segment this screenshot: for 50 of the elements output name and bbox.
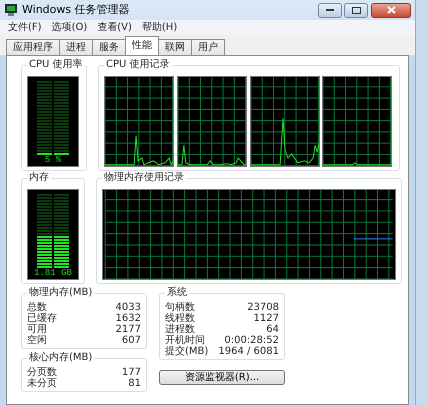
maximize-icon bbox=[352, 6, 361, 14]
stat-label: 可用 bbox=[27, 324, 47, 335]
menu-item[interactable]: 帮助(H) bbox=[142, 20, 178, 35]
stat-value: 1964 / 6081 bbox=[218, 346, 279, 357]
tab[interactable]: 用户 bbox=[191, 39, 225, 55]
stat-value: 23708 bbox=[247, 302, 279, 313]
app-icon bbox=[4, 4, 18, 16]
stat-value: 0:00:28:52 bbox=[224, 335, 279, 346]
menu-item[interactable]: 选项(O) bbox=[52, 20, 88, 35]
stat-value: 64 bbox=[266, 324, 279, 335]
stat-label: 开机时间 bbox=[165, 335, 205, 346]
group-title: CPU 使用率 bbox=[27, 59, 85, 71]
resource-monitor-button[interactable]: 资源监视器(R)... bbox=[159, 370, 285, 385]
group-title: 内存 bbox=[27, 172, 51, 184]
stat-value: 177 bbox=[122, 367, 141, 378]
stat-label: 未分页 bbox=[27, 378, 57, 389]
stat-value: 4033 bbox=[116, 302, 141, 313]
stat-label: 进程数 bbox=[165, 324, 195, 335]
stat-label: 总数 bbox=[27, 302, 47, 313]
group-title: 系统 bbox=[165, 287, 189, 299]
stat-label: 已缓存 bbox=[27, 313, 57, 324]
memory-amount: 1.81 GB bbox=[34, 268, 72, 279]
minimize-button[interactable] bbox=[318, 2, 342, 18]
stat-label: 线程数 bbox=[165, 313, 195, 324]
tab[interactable]: 联网 bbox=[158, 39, 192, 55]
stat-value: 81 bbox=[128, 378, 141, 389]
stat-label: 提交(MB) bbox=[165, 346, 208, 357]
window-title: Windows 任务管理器 bbox=[22, 2, 130, 18]
menu-item[interactable]: 查看(V) bbox=[97, 20, 132, 35]
cpu-percent: 5 % bbox=[44, 155, 62, 166]
group-title: 物理内存使用记录 bbox=[102, 172, 186, 184]
group-title: 核心内存(MB) bbox=[27, 352, 94, 364]
stat-label: 分页数 bbox=[27, 367, 57, 378]
minimize-icon bbox=[326, 8, 334, 12]
stat-value: 2177 bbox=[116, 324, 141, 335]
tab[interactable]: 性能 bbox=[125, 36, 159, 55]
stat-label: 句柄数 bbox=[165, 302, 195, 313]
stat-value: 1632 bbox=[116, 313, 141, 324]
group-title: 物理内存(MB) bbox=[27, 287, 94, 299]
tab[interactable]: 应用程序 bbox=[6, 39, 60, 55]
close-icon bbox=[386, 6, 396, 14]
group-title: CPU 使用记录 bbox=[104, 59, 172, 71]
tab[interactable]: 服务 bbox=[92, 39, 126, 55]
stat-value: 1127 bbox=[254, 313, 279, 324]
stat-value: 607 bbox=[122, 335, 141, 346]
tab[interactable]: 进程 bbox=[59, 39, 93, 55]
close-button[interactable] bbox=[371, 2, 411, 18]
maximize-button[interactable] bbox=[344, 2, 368, 18]
menu-item[interactable]: 文件(F) bbox=[8, 20, 42, 35]
stat-label: 空闲 bbox=[27, 335, 47, 346]
